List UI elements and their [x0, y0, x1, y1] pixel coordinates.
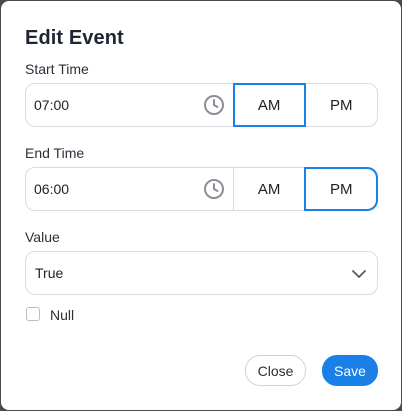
start-am-toggle[interactable]: AM: [232, 83, 307, 127]
dialog-title: Edit Event: [25, 27, 124, 49]
end-am-toggle[interactable]: AM: [234, 168, 306, 210]
chevron-down-icon: [352, 270, 366, 278]
start-pm-toggle[interactable]: PM: [305, 84, 377, 126]
clock-icon[interactable]: [203, 178, 225, 200]
end-time-input[interactable]: [34, 168, 194, 210]
end-pm-toggle[interactable]: PM: [304, 167, 378, 211]
start-time-input-wrap: [26, 84, 234, 126]
close-button[interactable]: Close: [245, 355, 306, 386]
clock-icon[interactable]: [203, 94, 225, 116]
end-time-label: End Time: [25, 145, 85, 161]
start-time-row: AM PM: [25, 83, 378, 127]
end-time-input-wrap: [26, 168, 234, 210]
value-select[interactable]: True: [25, 251, 378, 295]
start-time-input[interactable]: [34, 84, 194, 126]
value-label: Value: [25, 229, 60, 245]
start-time-label: Start Time: [25, 61, 89, 77]
save-button[interactable]: Save: [322, 355, 378, 386]
edit-event-dialog: Edit Event Start Time AM PM End Time AM …: [1, 1, 401, 410]
null-checkbox[interactable]: [26, 307, 40, 321]
value-select-current: True: [35, 265, 64, 281]
end-time-row: AM PM: [25, 167, 378, 211]
null-checkbox-label: Null: [50, 307, 75, 323]
